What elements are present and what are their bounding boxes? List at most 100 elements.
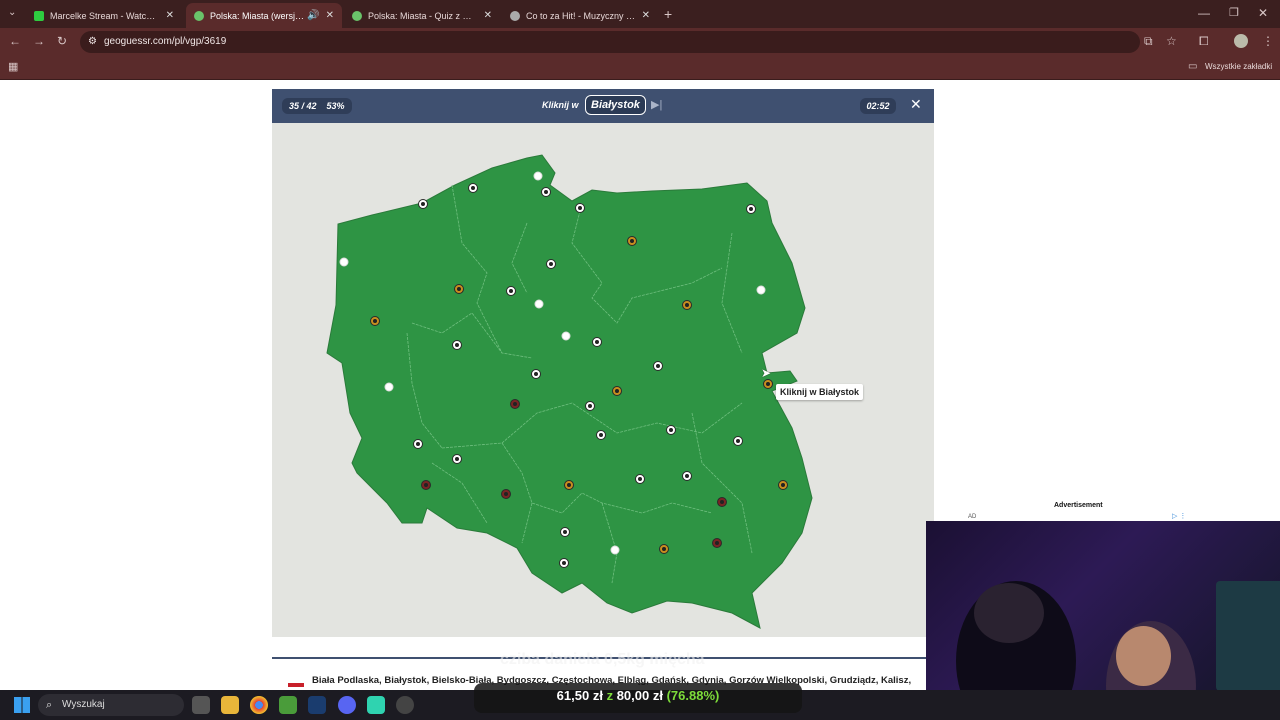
city-marker[interactable] — [564, 480, 574, 490]
steam-icon[interactable] — [308, 696, 326, 714]
apps-grid-icon[interactable]: ▦ — [8, 60, 18, 73]
url-text: geoguessr.com/pl/vgp/3619 — [104, 36, 227, 47]
city-marker[interactable] — [418, 199, 428, 209]
city-marker[interactable] — [506, 286, 516, 296]
city-marker[interactable] — [635, 474, 645, 484]
city-marker[interactable] — [575, 203, 585, 213]
city-marker[interactable] — [468, 183, 478, 193]
city-marker[interactable] — [596, 430, 606, 440]
city-marker[interactable] — [370, 316, 380, 326]
city-marker[interactable] — [413, 439, 423, 449]
city-marker[interactable] — [560, 527, 570, 537]
url-input[interactable]: ⚙ geoguessr.com/pl/vgp/3619 — [80, 31, 1140, 53]
city-marker[interactable] — [659, 544, 669, 554]
city-marker[interactable] — [682, 471, 692, 481]
folder-icon: ▭ — [1188, 61, 1198, 72]
ad-label: Advertisement — [1054, 502, 1103, 509]
tab-title: Marcelke Stream - Watch Live o — [50, 10, 160, 21]
city-marker[interactable] — [454, 284, 464, 294]
ad-tag: AD — [968, 514, 977, 520]
adchoices-icon[interactable]: ▷ ⋮ — [1172, 512, 1186, 520]
tab-title: Polska: Miasta - Quiz z mapą - — [368, 10, 478, 21]
back-icon[interactable]: ← — [9, 34, 21, 48]
profile-avatar[interactable] — [1234, 34, 1248, 48]
price-separator: z — [606, 688, 614, 703]
skip-icon[interactable]: ▶| — [651, 98, 662, 111]
reload-icon[interactable]: ↻ — [57, 34, 67, 48]
taskbar-search-input[interactable]: ⌕ Wyszukaj — [38, 694, 184, 716]
file-explorer-icon[interactable] — [221, 696, 239, 714]
poland-flag-icon — [288, 679, 304, 687]
site-info-icon[interactable]: ⚙ — [88, 31, 97, 53]
forward-icon[interactable]: → — [33, 34, 45, 48]
close-tab-icon[interactable]: ✕ — [642, 10, 650, 21]
city-marker[interactable] — [421, 480, 431, 490]
minecraft-icon[interactable] — [279, 696, 297, 714]
city-marker[interactable] — [339, 257, 349, 267]
city-marker[interactable] — [610, 545, 620, 555]
browser-tab-bar: ⌄ Marcelke Stream - Watch Live o ✕ Polsk… — [0, 0, 1280, 28]
city-marker[interactable] — [746, 204, 756, 214]
all-bookmarks-link[interactable]: Wszystkie zakładki — [1205, 62, 1272, 71]
menu-icon[interactable]: ⋮ — [1262, 34, 1274, 48]
city-marker[interactable] — [592, 337, 602, 347]
tab-search-icon[interactable]: ⌄ — [8, 7, 16, 18]
install-app-icon[interactable]: ⧉ — [1144, 34, 1153, 49]
city-marker[interactable] — [612, 386, 622, 396]
city-marker[interactable] — [682, 300, 692, 310]
city-marker[interactable] — [533, 171, 543, 181]
tab-co-to-za-hit[interactable]: Co to za Hit! - Muzyczny Quiz ✕ — [502, 3, 658, 28]
city-marker-bialystok[interactable] — [763, 379, 773, 389]
search-placeholder: Wyszukaj — [62, 699, 105, 710]
bookmarks-bar: ▦ ▭ Wszystkie zakładki — [0, 56, 1280, 80]
price-total: 80,00 zł — [616, 688, 663, 703]
close-window-icon[interactable]: ✕ — [1258, 6, 1268, 20]
tab-title: Polska: Miasta (wersja trudn — [210, 10, 306, 21]
tab-marcelke[interactable]: Marcelke Stream - Watch Live o ✕ — [26, 3, 182, 28]
city-marker[interactable] — [717, 497, 727, 507]
close-tab-icon[interactable]: ✕ — [166, 10, 174, 21]
globe-favicon-icon — [510, 10, 520, 21]
city-marker[interactable] — [384, 382, 394, 392]
city-marker[interactable] — [534, 299, 544, 309]
discord-icon[interactable] — [338, 696, 356, 714]
city-marker[interactable] — [452, 340, 462, 350]
city-marker[interactable] — [712, 538, 722, 548]
bookmark-star-icon[interactable]: ☆ — [1166, 34, 1177, 48]
task-view-icon[interactable] — [192, 696, 210, 714]
windows-start-icon[interactable] — [14, 697, 30, 713]
donation-progress: 61,50 zł z 80,00 zł (76.88%) — [474, 683, 802, 713]
city-marker[interactable] — [559, 558, 569, 568]
restore-icon[interactable]: ❐ — [1229, 6, 1239, 19]
extensions-icon[interactable]: ⧠ — [1199, 34, 1209, 49]
obs-icon[interactable] — [396, 696, 414, 714]
poland-map[interactable] — [272, 123, 934, 637]
city-marker[interactable] — [510, 399, 520, 409]
quiz-header: 35 / 42 53% Kliknij w Białystok ▶| 02:52… — [272, 89, 934, 123]
city-marker[interactable] — [756, 285, 766, 295]
city-marker[interactable] — [627, 236, 637, 246]
progress-count: 35 / 42 — [289, 101, 317, 111]
chrome-icon[interactable] — [250, 696, 268, 714]
city-marker[interactable] — [501, 489, 511, 499]
city-marker[interactable] — [653, 361, 663, 371]
tab-polska-miasta-trudna[interactable]: Polska: Miasta (wersja trudn 🔊 ✕ — [186, 3, 342, 28]
city-marker[interactable] — [452, 454, 462, 464]
city-marker[interactable] — [585, 401, 595, 411]
city-marker[interactable] — [546, 259, 556, 269]
city-marker[interactable] — [778, 480, 788, 490]
close-tab-icon[interactable]: ✕ — [326, 10, 334, 21]
app-icon[interactable] — [367, 696, 385, 714]
close-tab-icon[interactable]: ✕ — [484, 10, 492, 21]
city-marker[interactable] — [666, 425, 676, 435]
new-tab-icon[interactable]: + — [664, 6, 672, 22]
audio-icon[interactable]: 🔊 — [307, 10, 319, 21]
city-marker[interactable] — [561, 331, 571, 341]
city-marker[interactable] — [541, 187, 551, 197]
close-quiz-icon[interactable]: ✕ — [910, 96, 922, 113]
city-marker[interactable] — [531, 369, 541, 379]
minimize-icon[interactable]: — — [1198, 6, 1210, 20]
city-marker[interactable] — [733, 436, 743, 446]
timer-value: 02:52 — [866, 101, 890, 111]
tab-polska-miasta-quiz[interactable]: Polska: Miasta - Quiz z mapą - ✕ — [344, 3, 500, 28]
